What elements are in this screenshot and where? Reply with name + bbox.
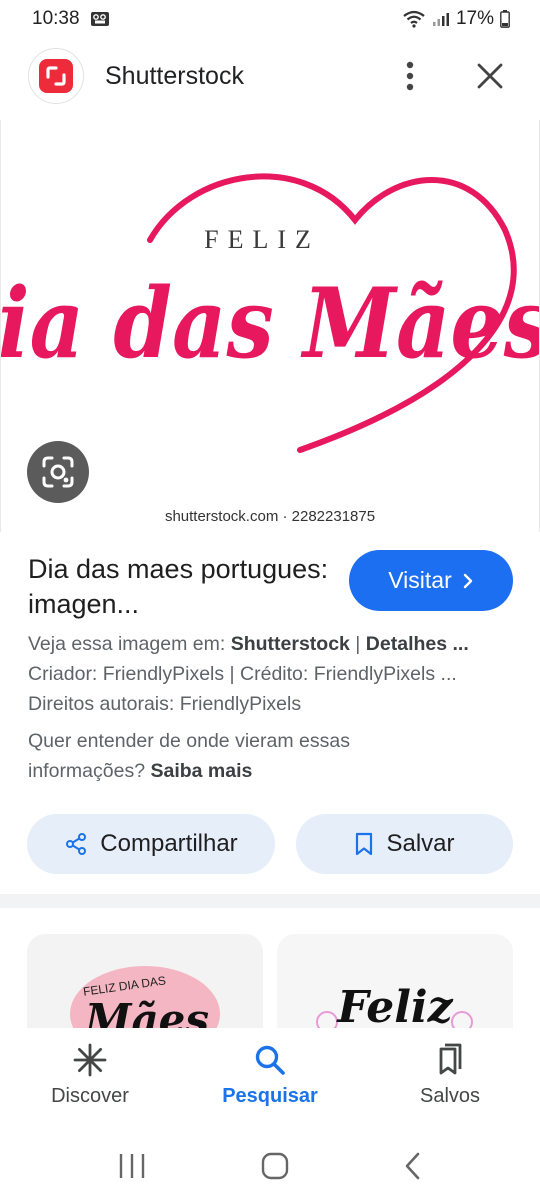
share-button[interactable]: Compartilhar [27,814,275,874]
nav-saved-label: Salvos [419,1085,481,1107]
visit-label: Visitar [388,567,452,593]
site-name: Shutterstock [105,61,244,90]
save-label: Salvar [386,830,455,857]
view-source-name[interactable]: Shutterstock [231,633,350,655]
bookmarks-icon [439,1043,462,1075]
nav-saved[interactable]: Salvos [360,1028,540,1128]
bookmark-icon [356,832,373,856]
view-source-line: Veja essa imagem em: Shutterstock | Deta… [28,633,518,656]
asterisk-icon [73,1043,107,1077]
hero-text-main: Dia das Mães [0,267,540,380]
site-logo[interactable] [28,48,84,104]
close-button[interactable] [468,54,512,98]
result-title[interactable]: Dia das maes portugues: imagen... [28,552,338,622]
share-label: Compartilhar [100,830,238,857]
nav-discover-label: Discover [51,1085,129,1107]
more-options-button[interactable] [388,54,432,98]
source-header: Shutterstock [0,44,540,108]
home-icon[interactable] [260,1151,290,1181]
chevron-right-icon [463,573,472,588]
image-watermark: shutterstock.com · 2282231875 [164,508,376,525]
back-icon[interactable] [403,1151,423,1181]
lens-search-button[interactable] [27,441,89,503]
hero-text-feliz: FELIZ [204,225,320,254]
view-source-sep: | [349,633,366,655]
bottom-navigation: Discover Pesquisar Salvos [0,1028,540,1128]
save-button[interactable]: Salvar [296,814,513,874]
battery-percent: 17% [455,8,494,29]
search-icon [255,1045,285,1075]
voicemail-icon [90,11,110,27]
shutterstock-logo-icon [39,59,73,93]
info-line-2: informações? Saiba mais [28,760,518,783]
battery-icon [500,10,510,28]
close-icon [477,63,503,89]
creator-line: Criador: FriendlyPixels | Crédito: Frien… [28,663,457,685]
hero-border-left [0,120,1,532]
visit-button[interactable]: Visitar [349,550,513,611]
lens-icon [42,456,74,488]
nav-search-label: Pesquisar [222,1085,318,1107]
nav-search[interactable]: Pesquisar [180,1028,360,1128]
recent-apps-icon[interactable] [117,1152,147,1180]
wifi-icon [402,10,426,28]
nav-discover[interactable]: Discover [0,1028,180,1128]
signal-icon [432,11,450,27]
card2-text: Feliz [335,982,453,1033]
info-line: Quer entender de onde vieram essas [28,730,350,752]
learn-more-link[interactable]: Saiba mais [150,760,252,782]
section-divider [0,894,540,908]
details-link[interactable]: Detalhes ... [366,633,469,655]
info-line-prefix: informações? [28,760,151,782]
share-icon [66,833,87,855]
copyright-line: Direitos autorais: FriendlyPixels [28,693,302,715]
view-source-prefix: Veja essa imagem em: [28,633,231,655]
status-time: 10:38 [32,8,80,29]
system-navigation [0,1128,540,1204]
status-bar: 10:38 17% [0,0,540,38]
